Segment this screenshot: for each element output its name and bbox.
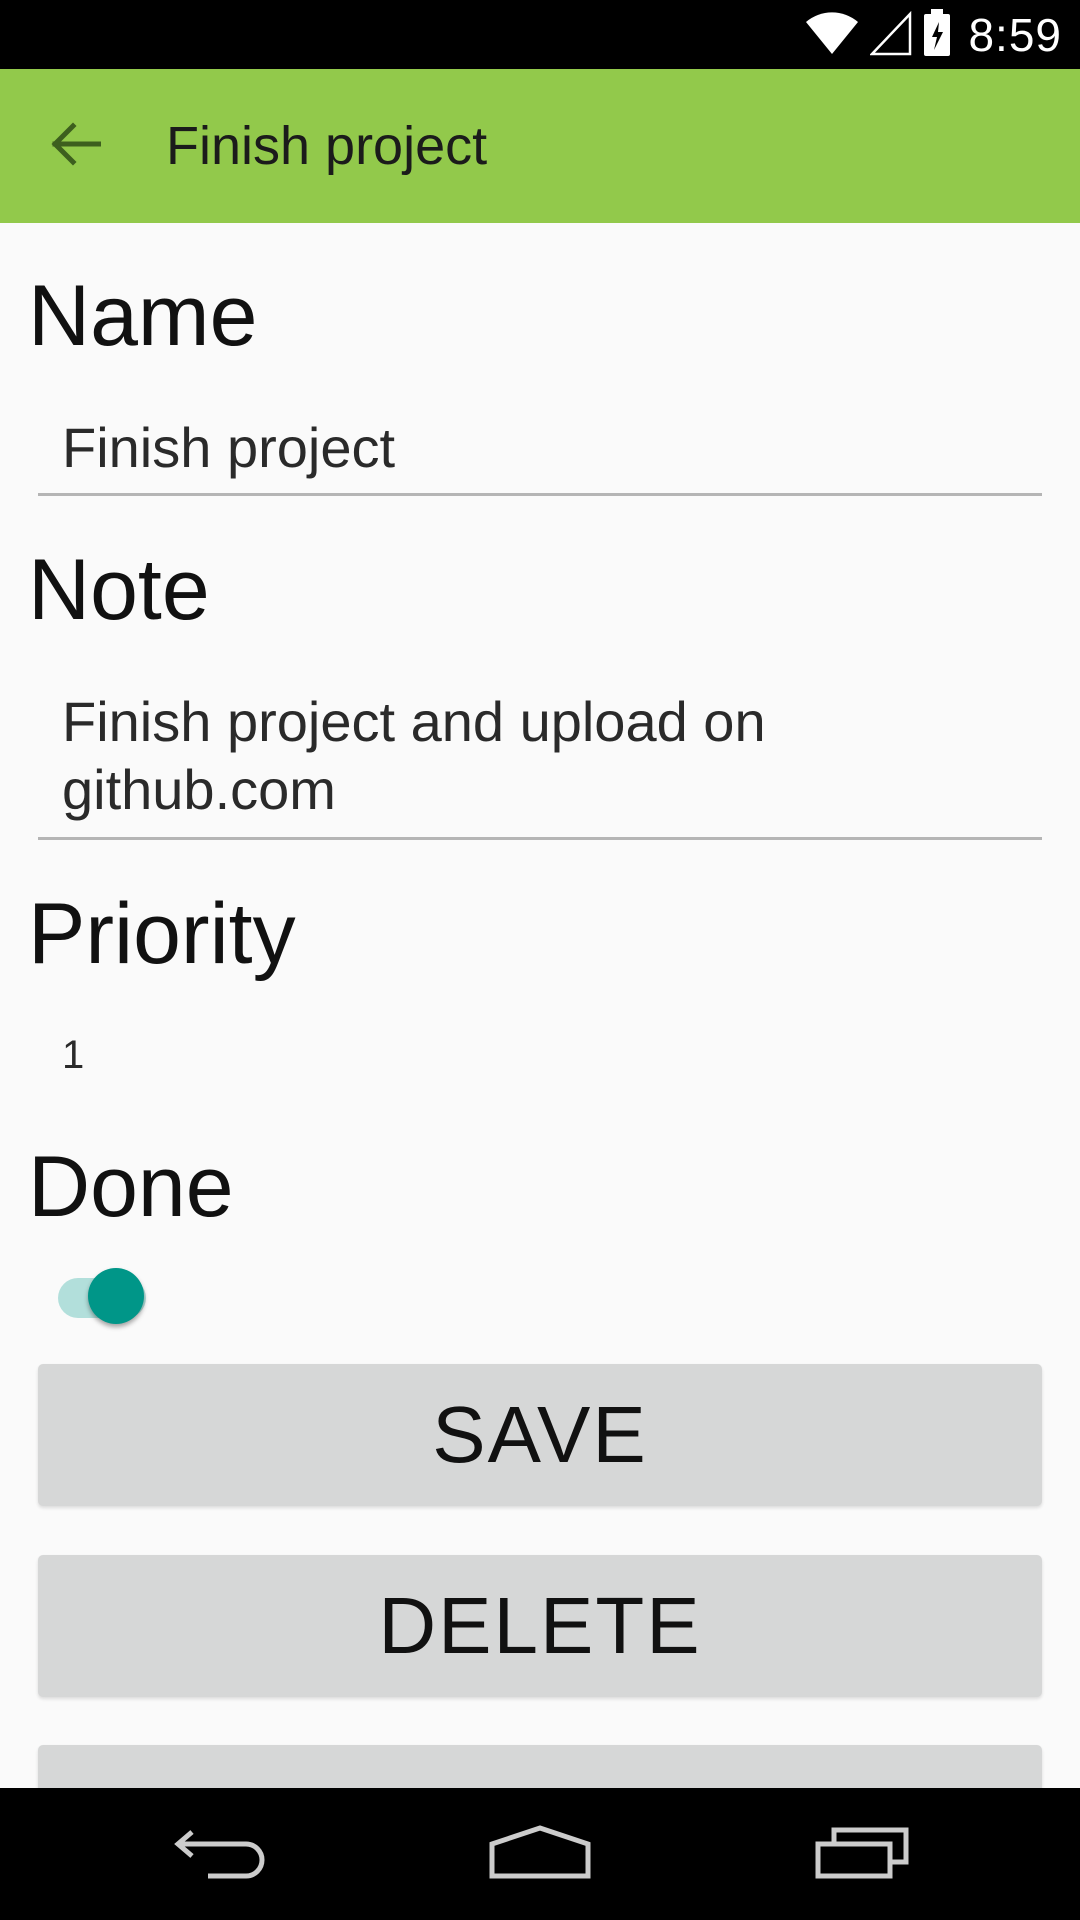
navigation-bar [0, 1788, 1080, 1920]
done-toggle[interactable] [58, 1264, 148, 1324]
status-time: 8:59 [968, 9, 1062, 61]
done-label: Done [28, 1139, 234, 1235]
nav-recents-button[interactable] [792, 1808, 932, 1900]
arrow-back-icon [49, 121, 102, 171]
cell-signal-icon [869, 10, 912, 61]
partial-button[interactable] [38, 1745, 1042, 1788]
nav-home-button[interactable] [470, 1808, 610, 1900]
name-field[interactable]: Finish project [38, 396, 1042, 496]
app-title: Finish project [166, 116, 488, 176]
priority-label: Priority [28, 886, 296, 982]
content: Name Finish project Note Finish project … [0, 223, 1080, 1788]
status-bar: 8:59 [0, 0, 1080, 69]
app-bar: Finish project [0, 69, 1080, 223]
delete-button[interactable]: DELETE [38, 1555, 1042, 1697]
wifi-icon [804, 10, 860, 61]
nav-back-button[interactable] [150, 1808, 290, 1900]
priority-value[interactable]: 1 [62, 1033, 84, 1078]
toggle-thumb [88, 1268, 144, 1324]
save-button[interactable]: SAVE [38, 1364, 1042, 1506]
note-field-text: Finish project and upload on github.com [62, 690, 766, 821]
screen: 8:59 Finish project Name Finish project … [0, 0, 1080, 1920]
status-icons: 8:59 [804, 6, 1062, 64]
nav-home-icon [488, 1824, 592, 1885]
note-field[interactable]: Finish project and upload on github.com [38, 670, 1042, 840]
back-button[interactable] [30, 101, 120, 191]
nav-back-icon [172, 1824, 268, 1885]
name-label: Name [28, 268, 258, 364]
name-field-text: Finish project [62, 416, 396, 479]
nav-recents-icon [814, 1824, 910, 1885]
note-label: Note [28, 542, 210, 638]
battery-icon [922, 8, 952, 63]
